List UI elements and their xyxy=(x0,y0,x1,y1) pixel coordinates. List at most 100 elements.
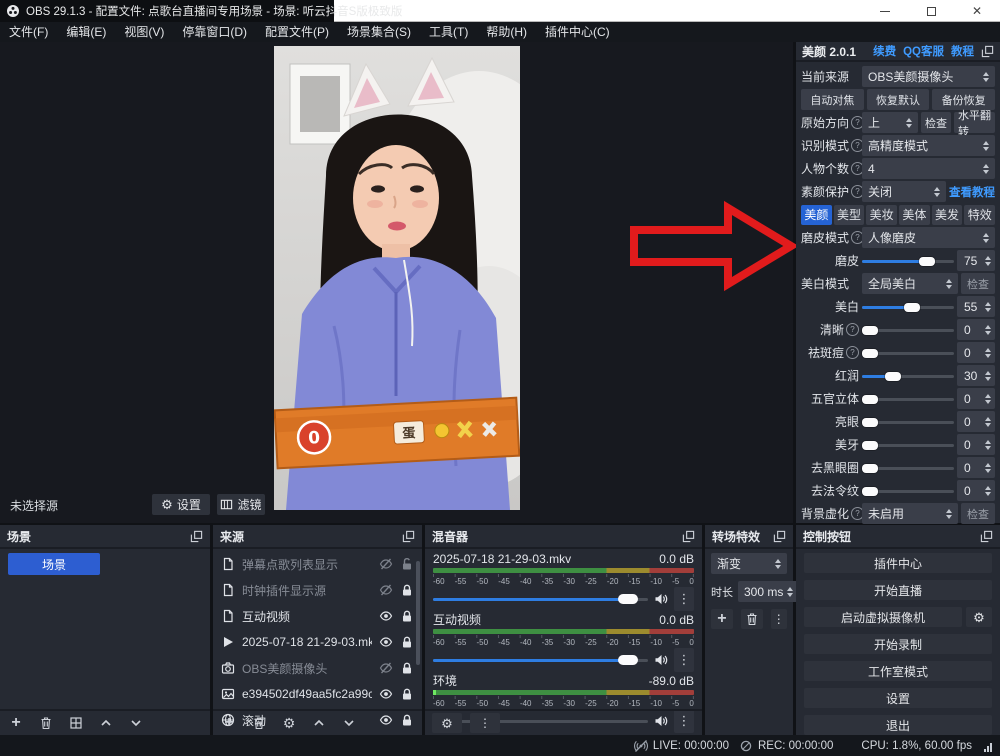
remove-transition-button[interactable] xyxy=(741,609,763,629)
slider-knob[interactable] xyxy=(862,418,878,427)
slider-knob[interactable] xyxy=(885,372,901,381)
settings-button[interactable]: 设置 xyxy=(804,688,992,708)
source-move-down-button[interactable] xyxy=(340,714,358,732)
source-row[interactable]: OBS美颜摄像头 xyxy=(213,655,422,681)
eye-slash-icon[interactable] xyxy=(379,583,393,597)
view-tutorial-link[interactable]: 查看教程 xyxy=(949,184,995,200)
exit-button[interactable]: 退出 xyxy=(804,715,992,735)
transition-menu-button[interactable]: ⋮ xyxy=(771,609,787,629)
advanced-audio-button[interactable]: ⚙ xyxy=(432,713,462,733)
source-move-up-button[interactable] xyxy=(310,714,328,732)
menu-plugin-center[interactable]: 插件中心(C) xyxy=(536,22,619,42)
popout-icon[interactable] xyxy=(682,530,695,543)
source-filters-button[interactable]: 滤镜 xyxy=(217,494,265,515)
mixer-menu-button[interactable]: ⋮ xyxy=(470,713,500,733)
makeup-protect-dropdown[interactable]: 关闭 xyxy=(862,181,946,202)
sources-scrollbar[interactable] xyxy=(416,561,420,665)
plugin-center-button[interactable]: 插件中心 xyxy=(804,553,992,573)
source-row[interactable]: 弹幕点歌列表显示 xyxy=(213,551,422,577)
volume-slider[interactable] xyxy=(433,593,648,605)
scene-move-up-button[interactable] xyxy=(97,714,115,732)
help-icon[interactable]: ? xyxy=(846,323,859,336)
tab-effects[interactable]: 特效 xyxy=(964,205,995,225)
slider-knob[interactable] xyxy=(919,257,935,266)
scene-move-down-button[interactable] xyxy=(127,714,145,732)
dark-circles-slider[interactable] xyxy=(862,462,954,474)
transition-dropdown[interactable]: 渐变 xyxy=(711,553,787,574)
person-count-spinbox[interactable]: 4 xyxy=(862,158,995,179)
slider-knob[interactable] xyxy=(862,487,878,496)
bg-blur-check-button[interactable]: 检查 xyxy=(961,503,995,524)
slider-knob[interactable] xyxy=(862,326,878,335)
remove-source-button[interactable] xyxy=(250,714,268,732)
clarity-slider[interactable] xyxy=(862,324,954,336)
volume-slider[interactable] xyxy=(433,654,648,666)
channel-menu-button[interactable]: ⋮ xyxy=(674,648,694,672)
slider-knob[interactable] xyxy=(862,441,878,450)
bg-blur-dropdown[interactable]: 未启用 xyxy=(862,503,958,524)
tab-body[interactable]: 美体 xyxy=(899,205,930,225)
blemish-slider[interactable] xyxy=(862,347,954,359)
channel-menu-button[interactable]: ⋮ xyxy=(674,587,694,611)
menu-help[interactable]: 帮助(H) xyxy=(477,22,536,42)
teeth-slider[interactable] xyxy=(862,439,954,451)
whiten-check-button[interactable]: 检查 xyxy=(961,273,995,294)
smooth-mode-dropdown[interactable]: 人像磨皮 xyxy=(862,227,995,248)
menu-scene-collection[interactable]: 场景集合(S) xyxy=(338,22,420,42)
studio-mode-button[interactable]: 工作室模式 xyxy=(804,661,992,681)
teeth-value-spinbox[interactable]: 0 xyxy=(957,434,995,455)
minimize-button[interactable] xyxy=(862,0,908,22)
eye-icon[interactable] xyxy=(379,635,393,649)
menu-docks[interactable]: 停靠窗口(D) xyxy=(173,22,256,42)
popout-icon[interactable] xyxy=(190,530,203,543)
duration-spinbox[interactable]: 300 ms xyxy=(738,581,799,602)
remove-scene-button[interactable] xyxy=(37,714,55,732)
qq-support-link[interactable]: QQ客服 xyxy=(903,43,944,59)
blemish-value-spinbox[interactable]: 0 xyxy=(957,342,995,363)
slider-knob[interactable] xyxy=(862,349,878,358)
contour-value-spinbox[interactable]: 0 xyxy=(957,388,995,409)
bright-eyes-slider[interactable] xyxy=(862,416,954,428)
scene-item-selected[interactable]: 场景 xyxy=(8,553,100,575)
rosy-value-spinbox[interactable]: 30 xyxy=(957,365,995,386)
popout-icon[interactable] xyxy=(980,530,993,543)
tab-beauty[interactable]: 美颜 xyxy=(801,205,832,225)
renew-link[interactable]: 续费 xyxy=(873,43,896,59)
restore-defaults-button[interactable]: 恢复默认 xyxy=(867,89,930,110)
popout-icon[interactable] xyxy=(402,530,415,543)
lock-icon[interactable] xyxy=(400,583,414,597)
slider-knob[interactable] xyxy=(618,594,638,604)
tab-reshape[interactable]: 美型 xyxy=(834,205,865,225)
tab-makeup[interactable]: 美妆 xyxy=(866,205,897,225)
menu-edit[interactable]: 编辑(E) xyxy=(57,22,115,42)
menu-profile[interactable]: 配置文件(P) xyxy=(256,22,338,42)
source-row[interactable]: e394502df49aa5fc2a99cd2e7c xyxy=(213,681,422,707)
smooth-slider[interactable] xyxy=(862,255,954,267)
start-streaming-button[interactable]: 开始直播 xyxy=(804,580,992,600)
scene-grid-mode-button[interactable] xyxy=(67,714,85,732)
close-button[interactable]: ✕ xyxy=(954,0,1000,22)
lock-icon[interactable] xyxy=(400,687,414,701)
smooth-value-spinbox[interactable]: 75 xyxy=(957,250,995,271)
eye-slash-icon[interactable] xyxy=(379,557,393,571)
clarity-value-spinbox[interactable]: 0 xyxy=(957,319,995,340)
virtual-camera-settings-button[interactable]: ⚙ xyxy=(966,607,992,627)
source-row[interactable]: 互动视频 xyxy=(213,603,422,629)
slider-knob[interactable] xyxy=(904,303,920,312)
tab-hair[interactable]: 美发 xyxy=(932,205,963,225)
whiten-slider[interactable] xyxy=(862,301,954,313)
rosy-slider[interactable] xyxy=(862,370,954,382)
source-properties-gear-button[interactable]: ⚙ xyxy=(280,714,298,732)
popout-icon[interactable] xyxy=(981,45,994,58)
detect-mode-dropdown[interactable]: 高精度模式 xyxy=(862,135,995,156)
bright-eyes-value-spinbox[interactable]: 0 xyxy=(957,411,995,432)
popout-icon[interactable] xyxy=(773,530,786,543)
start-recording-button[interactable]: 开始录制 xyxy=(804,634,992,654)
add-transition-button[interactable]: + xyxy=(711,609,733,629)
lock-icon[interactable] xyxy=(400,609,414,623)
eye-slash-icon[interactable] xyxy=(379,661,393,675)
smile-lines-slider[interactable] xyxy=(862,485,954,497)
slider-knob[interactable] xyxy=(862,395,878,404)
autofocus-button[interactable]: 自动对焦 xyxy=(801,89,864,110)
contour-slider[interactable] xyxy=(862,393,954,405)
